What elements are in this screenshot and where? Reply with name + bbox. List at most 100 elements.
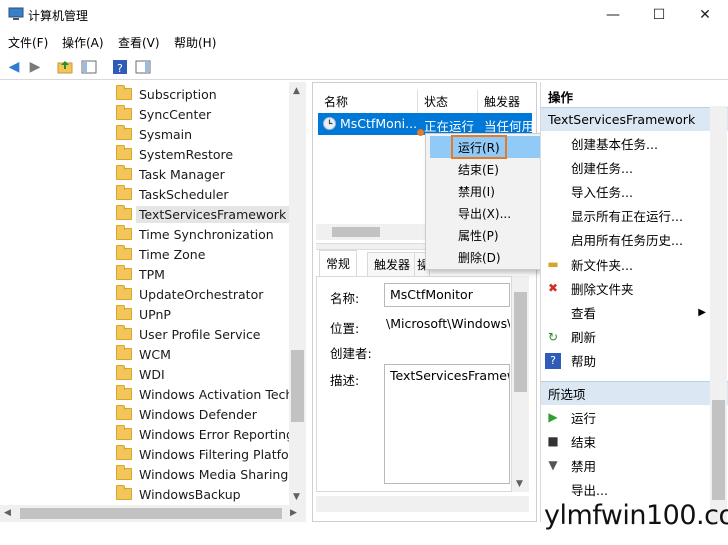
name-label: 名称: bbox=[330, 291, 360, 306]
tree-item[interactable]: TPM bbox=[116, 264, 165, 284]
selected-action-item[interactable]: 导出... bbox=[545, 477, 710, 501]
context-end[interactable]: 结束(E) bbox=[430, 158, 558, 180]
maximize-button[interactable]: ☐ bbox=[636, 0, 682, 30]
menu-file[interactable]: 文件(F) bbox=[8, 34, 48, 51]
computer-management-icon bbox=[8, 7, 24, 20]
menu-help[interactable]: 帮助(H) bbox=[174, 34, 216, 51]
tree-item[interactable]: Windows Media Sharing bbox=[116, 464, 288, 484]
action-item[interactable]: 创建基本任务... bbox=[545, 131, 710, 155]
column-header-name[interactable]: 名称 bbox=[324, 90, 348, 112]
action-pane-icon[interactable] bbox=[134, 58, 152, 76]
tree-item[interactable]: Subscription bbox=[116, 84, 217, 104]
up-folder-icon[interactable] bbox=[56, 58, 74, 76]
selected-action-item[interactable]: ■ 结束 bbox=[545, 429, 710, 453]
tree-item[interactable]: SystemRestore bbox=[116, 144, 233, 164]
column-header-trigger[interactable]: 触发器 bbox=[484, 90, 520, 112]
tree-item-label: WCM bbox=[139, 346, 171, 362]
action-item[interactable]: ? 帮助 bbox=[545, 349, 710, 373]
blank-icon bbox=[545, 232, 561, 248]
scroll-up-arrow-icon[interactable]: ▲ bbox=[293, 86, 300, 96]
folder-icon bbox=[116, 245, 132, 260]
context-export[interactable]: 导出(X)... bbox=[430, 202, 558, 224]
tree-item[interactable]: Windows Activation Techn bbox=[116, 384, 301, 404]
tree-item-label: Windows Error Reporting bbox=[139, 426, 294, 442]
actions-section-selected[interactable]: 所选项 ▲ bbox=[541, 381, 728, 405]
action-item[interactable]: 导入任务... bbox=[545, 179, 710, 203]
tree-vertical-scrollbar[interactable] bbox=[289, 82, 306, 505]
location-label: 位置: bbox=[330, 321, 360, 336]
action-item[interactable]: 显示所有正在运行... bbox=[545, 204, 710, 228]
context-disable[interactable]: 禁用(I) bbox=[430, 180, 558, 202]
properties-horizontal-scrollbar[interactable] bbox=[316, 496, 529, 512]
tree-item[interactable]: WCM bbox=[116, 344, 171, 364]
tree-item[interactable]: TextServicesFramework bbox=[116, 204, 290, 224]
tree-item[interactable]: Time Synchronization bbox=[116, 224, 274, 244]
action-item[interactable]: ↻ 刷新 bbox=[545, 325, 710, 349]
action-item[interactable]: 查看 ▶ bbox=[545, 300, 710, 324]
scroll-down-arrow-icon[interactable]: ▼ bbox=[516, 479, 523, 489]
blank-icon bbox=[545, 159, 561, 175]
action-item[interactable]: 启用所有任务历史... bbox=[545, 228, 710, 252]
back-arrow-icon[interactable]: ◀ bbox=[5, 58, 23, 76]
tree-item-label: TPM bbox=[139, 266, 165, 282]
tree-item[interactable]: Time Zone bbox=[116, 244, 205, 264]
context-properties[interactable]: 属性(P) bbox=[430, 224, 558, 246]
tree-item-label: Task Manager bbox=[139, 166, 225, 182]
tree-item-label: Time Synchronization bbox=[139, 226, 274, 242]
tree-item[interactable]: WDI bbox=[116, 364, 165, 384]
close-button[interactable]: ✕ bbox=[682, 0, 728, 30]
action-item-label: 查看 bbox=[571, 305, 597, 321]
actions-section-folder[interactable]: TextServicesFramework ▲ bbox=[541, 107, 728, 131]
tree-item[interactable]: SyncCenter bbox=[116, 104, 211, 124]
properties-scroll-thumb[interactable] bbox=[514, 292, 527, 392]
tree-item[interactable]: Windows Error Reporting bbox=[116, 424, 294, 444]
action-item[interactable]: ✖ 删除文件夹 bbox=[545, 276, 710, 300]
selected-action-item[interactable]: ▼ 禁用 bbox=[545, 453, 710, 477]
forward-arrow-icon[interactable]: ▶ bbox=[26, 58, 44, 76]
context-delete[interactable]: 删除(D) bbox=[430, 246, 558, 268]
tree-item[interactable]: Sysmain bbox=[116, 124, 192, 144]
tree-item[interactable]: UpdateOrchestrator bbox=[116, 284, 263, 304]
action-item[interactable]: ▬ 新文件夹... bbox=[545, 252, 710, 276]
tree-scroll-thumb[interactable] bbox=[291, 350, 304, 422]
name-field[interactable]: MsCtfMonitor bbox=[384, 283, 510, 307]
scroll-left-arrow-icon[interactable]: ◀ bbox=[4, 508, 11, 518]
action-item-label: 新文件夹... bbox=[571, 257, 633, 273]
tree-hscroll-thumb[interactable] bbox=[20, 508, 282, 519]
minimize-button[interactable]: — bbox=[590, 0, 636, 30]
tab-general[interactable]: 常规 bbox=[319, 250, 358, 276]
action-item-label: 创建任务... bbox=[571, 160, 633, 176]
scroll-down-arrow-icon[interactable]: ▼ bbox=[293, 492, 300, 502]
actions-scroll-thumb[interactable] bbox=[712, 400, 725, 500]
folder-icon bbox=[116, 165, 132, 180]
tree-item-label: TextServicesFramework bbox=[136, 205, 290, 223]
folder-icon bbox=[116, 305, 132, 320]
annotation-dot bbox=[417, 129, 424, 136]
tree-item[interactable]: UPnP bbox=[116, 304, 171, 324]
tree-item[interactable]: Windows Defender bbox=[116, 404, 257, 424]
menu-view[interactable]: 查看(V) bbox=[118, 34, 160, 51]
folder-icon bbox=[116, 85, 132, 100]
action-item-label: 导入任务... bbox=[571, 184, 633, 200]
column-header-status[interactable]: 状态 bbox=[424, 90, 448, 112]
scroll-right-arrow-icon[interactable]: ▶ bbox=[290, 508, 297, 518]
tree-item[interactable]: User Profile Service bbox=[116, 324, 261, 344]
folder-icon bbox=[116, 205, 132, 220]
help-icon[interactable]: ? bbox=[111, 58, 129, 76]
description-field[interactable]: TextServicesFramew bbox=[384, 364, 510, 484]
menu-action[interactable]: 操作(A) bbox=[62, 34, 104, 51]
help-icon: ? bbox=[545, 352, 561, 369]
column-divider[interactable] bbox=[477, 90, 478, 114]
tab-triggers[interactable]: 触发器 bbox=[367, 252, 418, 276]
action-item[interactable]: 创建任务... bbox=[545, 155, 710, 179]
show-hide-tree-icon[interactable] bbox=[80, 58, 98, 76]
tree-item[interactable]: Windows Filtering Platforr bbox=[116, 444, 299, 464]
list-hscroll-thumb[interactable] bbox=[332, 227, 380, 237]
column-divider[interactable] bbox=[417, 90, 418, 114]
tree-item[interactable]: TaskScheduler bbox=[116, 184, 229, 204]
tree-item[interactable]: Task Manager bbox=[116, 164, 225, 184]
selected-action-item[interactable]: ▶ 运行 bbox=[545, 405, 710, 429]
disable-icon: ▼ bbox=[548, 458, 558, 472]
tree-item[interactable]: WindowsBackup bbox=[116, 484, 241, 504]
svg-text:?: ? bbox=[117, 62, 123, 75]
